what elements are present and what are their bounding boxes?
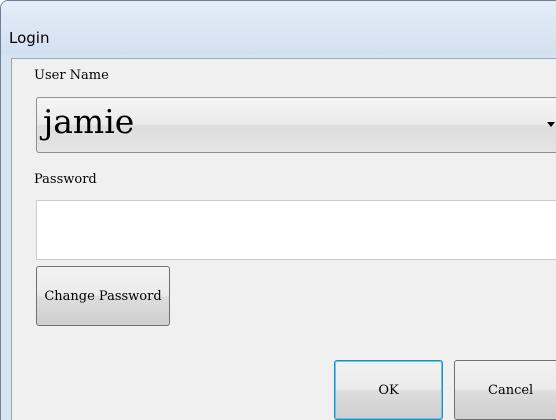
- window-title: Login: [9, 29, 50, 47]
- username-combobox[interactable]: jamie: [36, 97, 556, 153]
- login-window: Login User Name jamie Password Change Pa…: [0, 0, 556, 420]
- password-label: Password: [34, 172, 97, 187]
- dropdown-arrow-icon[interactable]: [547, 122, 555, 127]
- username-label: User Name: [34, 68, 109, 83]
- cancel-button[interactable]: Cancel: [454, 360, 556, 420]
- username-value: jamie: [43, 102, 135, 141]
- ok-button[interactable]: OK: [334, 360, 443, 420]
- dialog-client-area: User Name jamie Password Change Password…: [11, 58, 556, 420]
- change-password-button[interactable]: Change Password: [36, 266, 170, 326]
- title-bar[interactable]: Login: [1, 1, 556, 55]
- password-field[interactable]: [36, 200, 556, 260]
